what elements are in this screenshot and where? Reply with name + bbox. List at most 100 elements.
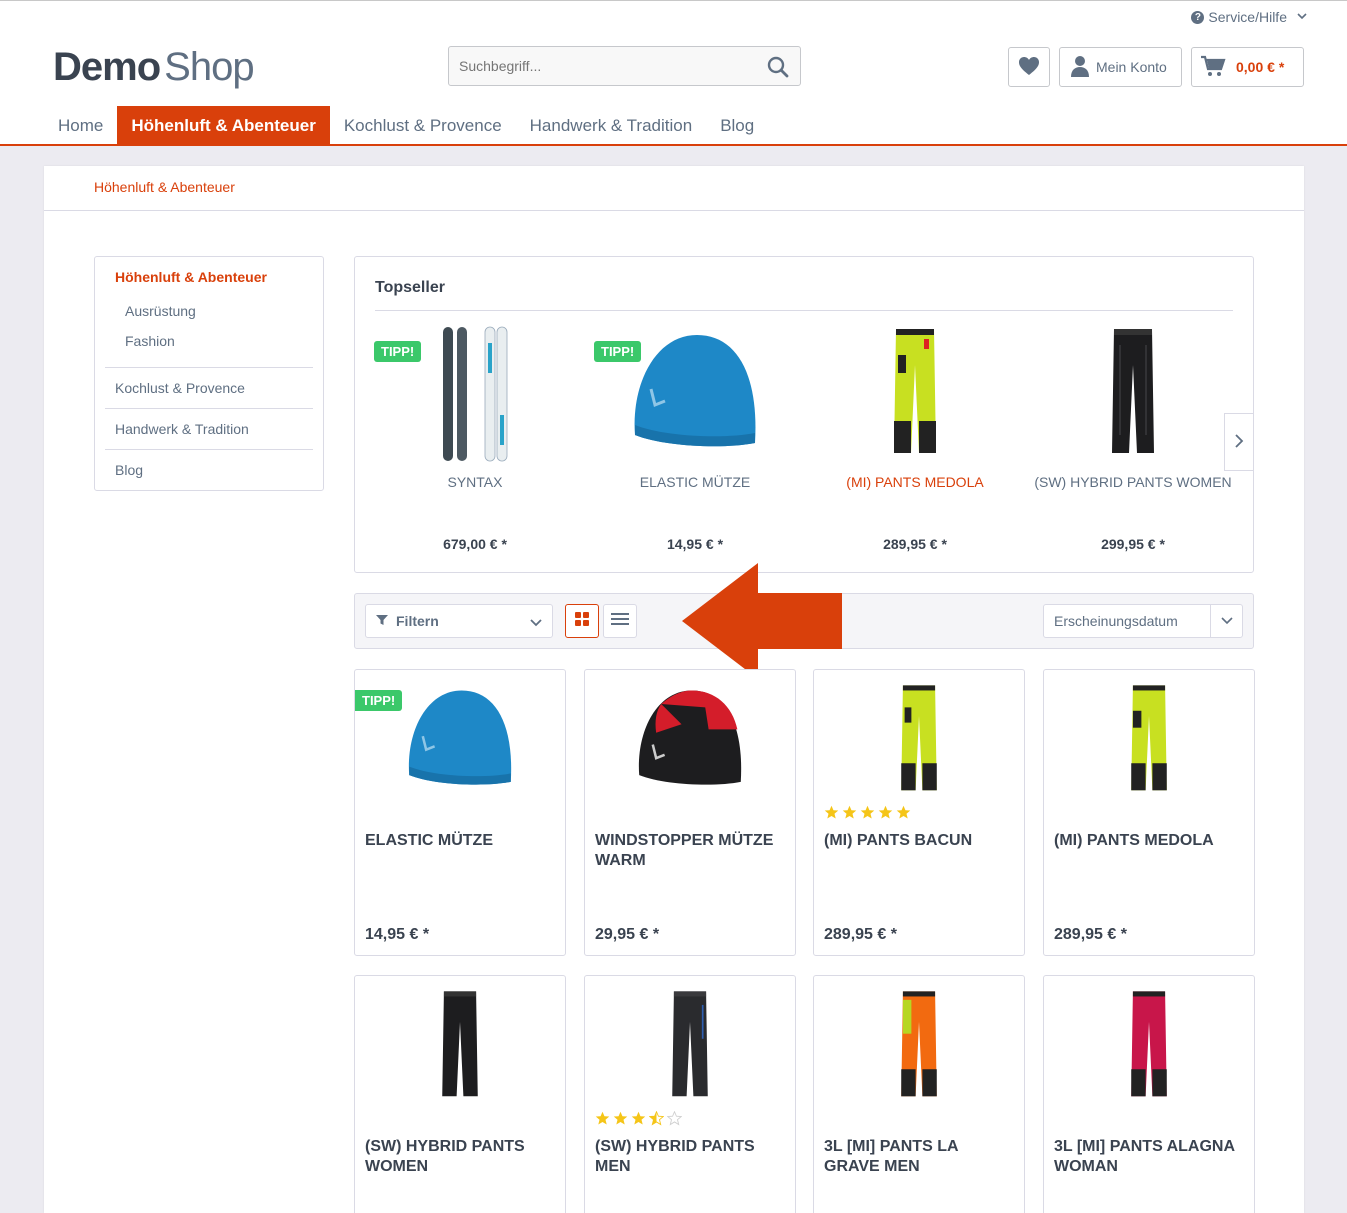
product-price: 14,95 € * (365, 926, 430, 943)
grid-icon (575, 611, 589, 631)
product-name[interactable]: ELASTIC MÜTZE (365, 831, 555, 851)
star-icon (860, 805, 875, 825)
topseller-product[interactable]: (MI) PANTS MEDOLA 289,95 € * (805, 317, 1025, 567)
topseller-price: 299,95 € * (1101, 536, 1165, 552)
product-card[interactable]: 3L [MI] PANTS ALAGNA WOMAN (1043, 975, 1255, 1213)
slider-next-button[interactable] (1224, 413, 1254, 471)
product-card[interactable]: (SW) HYBRID PANTS WOMEN (354, 975, 566, 1213)
logo-light: Shop (164, 45, 254, 89)
topseller-divider (375, 310, 1233, 311)
topseller-name[interactable]: (SW) HYBRID PANTS WOMEN (1023, 474, 1243, 490)
product-price: 29,95 € * (595, 926, 660, 943)
tipp-badge: TIPP! (374, 341, 422, 362)
product-name[interactable]: (SW) HYBRID PANTS MEN (595, 1137, 785, 1177)
product-price: 289,95 € * (1054, 926, 1127, 943)
wishlist-button[interactable] (1008, 47, 1050, 87)
product-name[interactable]: 3L [MI] PANTS LA GRAVE MEN (824, 1137, 1014, 1177)
topseller-product[interactable]: TIPP! ELASTIC MÜTZE 14,95 € * (585, 317, 805, 567)
breadcrumb-item[interactable]: Höhenluft & Abenteuer (94, 179, 235, 195)
filter-icon (376, 613, 388, 629)
chevron-down-icon (1297, 11, 1307, 23)
pants-yellow-icon (890, 325, 940, 460)
category-sidebar: Höhenluft & Abenteuer Ausrüstung Fashion… (94, 256, 324, 491)
topseller-name[interactable]: SYNTAX (365, 474, 585, 490)
user-icon (1070, 55, 1090, 80)
product-card[interactable]: TIPP! ELASTIC MÜTZE 14,95 € * (354, 669, 566, 956)
topseller-product[interactable]: TIPP! SYNTAX 679,00 € * (365, 317, 585, 567)
service-label: Service/Hilfe (1208, 9, 1287, 25)
pants-pink-icon (1127, 988, 1171, 1103)
product-name[interactable]: (SW) HYBRID PANTS WOMEN (365, 1137, 555, 1177)
pants-yellow-icon (1127, 682, 1171, 797)
nav-item-home[interactable]: Home (44, 106, 117, 146)
sort-select[interactable]: Erscheinungsdatum (1043, 604, 1243, 638)
star-icon (631, 1111, 646, 1131)
product-name[interactable]: 3L [MI] PANTS ALAGNA WOMAN (1054, 1137, 1244, 1177)
topseller-title: Topseller (375, 279, 445, 296)
product-name[interactable]: WINDSTOPPER MÜTZE WARM (595, 831, 785, 871)
list-icon (611, 612, 629, 631)
service-menu[interactable]: ? Service/Hilfe (1191, 9, 1307, 25)
sidebar-item-kochlust[interactable]: Kochlust & Provence (105, 367, 313, 408)
heart-icon (1018, 56, 1040, 79)
nav-item-hoehenluft[interactable]: Höhenluft & Abenteuer (117, 106, 330, 146)
topseller-price: 289,95 € * (883, 536, 947, 552)
logo-bold: Demo (53, 45, 161, 89)
sidebar-current-category[interactable]: Höhenluft & Abenteuer (115, 269, 267, 285)
shop-logo[interactable]: Demo Shop (53, 45, 255, 90)
pants-black-icon (668, 988, 712, 1103)
cart-button[interactable]: 0,00 € * (1191, 47, 1304, 87)
search-icon[interactable] (766, 55, 790, 79)
star-half-icon (648, 1110, 665, 1131)
sidebar-subitem-ausruestung[interactable]: Ausrüstung (125, 303, 196, 319)
topseller-price: 14,95 € * (666, 536, 724, 552)
nav-item-handwerk[interactable]: Handwerk & Tradition (516, 106, 707, 146)
star-icon (878, 805, 893, 825)
chevron-down-icon (530, 614, 542, 630)
grid-view-button[interactable] (565, 604, 599, 638)
beanie-blue-icon (400, 682, 520, 797)
product-card[interactable]: (SW) HYBRID PANTS MEN (584, 975, 796, 1213)
search-input[interactable] (449, 47, 749, 85)
sidebar-item-blog[interactable]: Blog (105, 449, 313, 490)
beanie-blue-icon (625, 325, 765, 460)
nav-item-kochlust[interactable]: Kochlust & Provence (330, 106, 516, 146)
product-card[interactable]: (MI) PANTS BACUN 289,95 € * (813, 669, 1025, 956)
account-button[interactable]: Mein Konto (1059, 47, 1182, 87)
sidebar-item-handwerk[interactable]: Handwerk & Tradition (105, 408, 313, 449)
tipp-badge: TIPP! (355, 690, 403, 711)
star-icon (595, 1111, 610, 1131)
star-icon (613, 1111, 628, 1131)
rating-stars (824, 805, 911, 825)
chevron-down-icon (1210, 605, 1242, 637)
search-box (448, 46, 801, 86)
topseller-product[interactable]: (SW) HYBRID PANTS WOMEN 299,95 € * (1023, 317, 1243, 567)
topseller-slider: Topseller TIPP! SYNTAX 679,00 € * TIPP! … (354, 256, 1254, 573)
cart-icon (1200, 55, 1226, 80)
pants-yellow-icon (897, 682, 941, 797)
product-name[interactable]: (MI) PANTS MEDOLA (1054, 831, 1244, 851)
pants-black-icon (438, 988, 482, 1103)
topseller-name[interactable]: ELASTIC MÜTZE (585, 474, 805, 490)
chevron-right-icon (1234, 432, 1244, 453)
account-label: Mein Konto (1096, 59, 1167, 75)
list-view-button[interactable] (603, 604, 637, 638)
filter-button[interactable]: Filtern (365, 604, 553, 638)
topseller-name[interactable]: (MI) PANTS MEDOLA (805, 474, 1025, 490)
product-card[interactable]: WINDSTOPPER MÜTZE WARM 29,95 € * (584, 669, 796, 956)
star-icon (842, 805, 857, 825)
product-card[interactable]: 3L [MI] PANTS LA GRAVE MEN (813, 975, 1025, 1213)
breadcrumb: Höhenluft & Abenteuer (44, 166, 1304, 211)
beanie-red-black-icon (630, 682, 750, 797)
ski-icon (435, 325, 515, 470)
star-icon (824, 805, 839, 825)
nav-item-blog[interactable]: Blog (706, 106, 768, 146)
main-navigation: Home Höhenluft & Abenteuer Kochlust & Pr… (44, 106, 768, 146)
product-card[interactable]: (MI) PANTS MEDOLA 289,95 € * (1043, 669, 1255, 956)
product-name[interactable]: (MI) PANTS BACUN (824, 831, 1014, 851)
star-empty-icon (666, 1110, 683, 1131)
product-price: 289,95 € * (824, 926, 897, 943)
pants-orange-icon (897, 988, 941, 1103)
sidebar-subitem-fashion[interactable]: Fashion (125, 333, 175, 349)
site-header: ? Service/Hilfe DemoShop Mein Konto 0,00… (0, 1, 1347, 146)
